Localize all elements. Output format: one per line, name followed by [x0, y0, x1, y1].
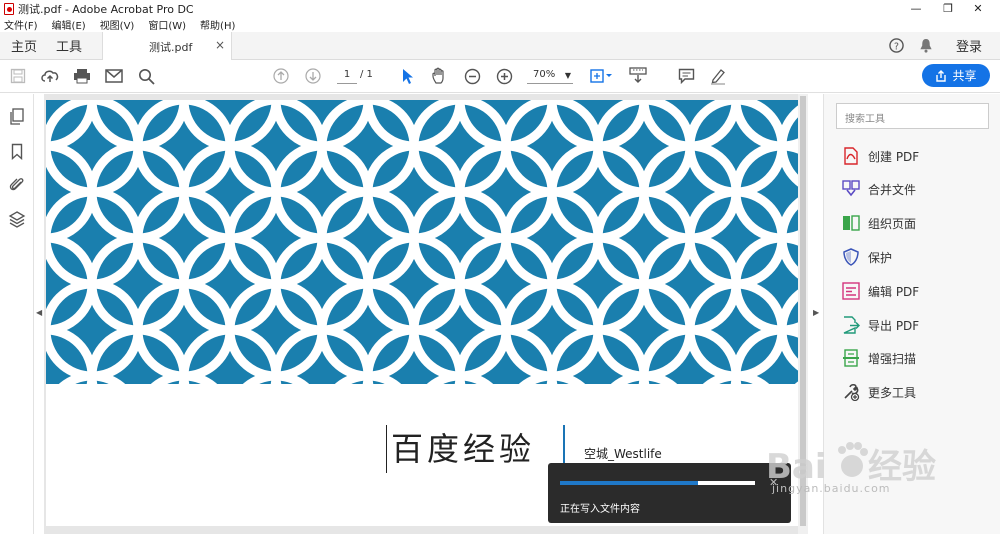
svg-text:?: ?	[894, 41, 899, 52]
progress-status-text: 正在写入文件内容	[560, 504, 640, 515]
tool-label: 组织页面	[868, 216, 917, 231]
shield-icon	[842, 248, 860, 266]
tool-enhance-scan[interactable]: 增强扫描	[842, 348, 916, 368]
progress-bar-fill	[560, 481, 699, 485]
title-bar: 测试.pdf - Adobe Acrobat Pro DC — ❐ ✕	[0, 0, 1000, 17]
previous-page-icon[interactable]	[271, 66, 291, 86]
save-progress-toast: ✕ 正在写入文件内容	[548, 463, 791, 523]
minimize-button[interactable]: —	[901, 0, 931, 17]
tool-label: 编辑 PDF	[868, 284, 920, 299]
tool-more-tools[interactable]: 更多工具	[842, 382, 916, 402]
zoom-level-select[interactable]: 70% ▼	[527, 68, 573, 84]
tool-label: 增强扫描	[868, 351, 917, 366]
progress-bar	[560, 481, 755, 485]
notification-bell-icon[interactable]	[919, 38, 933, 56]
edit-pdf-icon	[842, 282, 860, 300]
more-tools-icon	[842, 383, 860, 401]
upload-cloud-icon[interactable]	[40, 66, 60, 86]
main-toolbar: 1 / 1 70% ▼ 共享	[0, 60, 1000, 93]
share-button[interactable]: 共享	[922, 64, 990, 87]
left-pane-toggle[interactable]: ◀	[34, 94, 44, 534]
zoom-in-icon[interactable]	[494, 66, 514, 86]
tool-label: 保护	[868, 250, 893, 265]
acrobat-file-icon	[4, 2, 14, 15]
login-link[interactable]: 登录	[956, 36, 982, 55]
attachment-icon[interactable]	[8, 176, 26, 194]
search-icon[interactable]	[136, 66, 156, 86]
next-page-icon[interactable]	[303, 66, 323, 86]
select-cursor-icon[interactable]	[398, 66, 418, 86]
page-number-input[interactable]: 1	[337, 68, 357, 84]
baidu-jingyan-watermark: Bai 经验	[766, 442, 936, 487]
tool-label: 导出 PDF	[868, 318, 920, 333]
scan-icon	[842, 349, 860, 367]
tool-search-input[interactable]: 搜索工具	[836, 103, 989, 129]
menu-window[interactable]: 窗口(W)	[148, 17, 186, 32]
menu-bar: 文件(F) 编辑(E) 视图(V) 窗口(W) 帮助(H)	[0, 17, 1000, 32]
document-title: 百度经验	[386, 425, 535, 473]
print-icon[interactable]	[72, 66, 92, 86]
document-author: 空城_Westlife	[584, 447, 662, 461]
watermark-url: jingyan.baidu.com	[772, 482, 891, 495]
tool-organize-pages[interactable]: 组织页面	[842, 213, 916, 233]
tab-home[interactable]: 主页	[11, 36, 37, 55]
email-icon[interactable]	[104, 66, 124, 86]
tool-combine-files[interactable]: 合并文件	[842, 179, 916, 199]
circle-pattern-banner	[46, 100, 798, 384]
comment-icon[interactable]	[676, 66, 696, 86]
menu-file[interactable]: 文件(F)	[4, 17, 38, 32]
create-pdf-icon	[842, 147, 860, 165]
close-window-button[interactable]: ✕	[963, 0, 993, 17]
fit-page-icon[interactable]	[588, 66, 614, 86]
tool-edit-pdf[interactable]: 编辑 PDF	[842, 281, 919, 301]
tool-protect[interactable]: 保护	[842, 247, 892, 267]
help-icon[interactable]: ?	[889, 38, 904, 56]
zoom-out-icon[interactable]	[462, 66, 482, 86]
tool-label: 合并文件	[868, 182, 917, 197]
window-title: 测试.pdf - Adobe Acrobat Pro DC	[18, 2, 194, 16]
document-tab-label: 测试.pdf	[149, 41, 193, 54]
svg-text:Bai: Bai	[766, 447, 827, 487]
tool-export-pdf[interactable]: 导出 PDF	[842, 315, 919, 335]
layers-icon[interactable]	[8, 210, 26, 228]
tool-label: 创建 PDF	[868, 149, 920, 164]
bookmark-icon[interactable]	[8, 142, 26, 160]
close-tab-button[interactable]: ×	[215, 38, 225, 52]
tab-tools[interactable]: 工具	[56, 36, 82, 55]
save-icon[interactable]	[8, 66, 28, 86]
tab-bar: 主页 工具 测试.pdf × ? 登录	[0, 32, 1000, 60]
left-navigation-pane	[0, 94, 34, 534]
tool-label: 更多工具	[868, 385, 917, 400]
chevron-left-icon: ◀	[36, 308, 43, 317]
svg-text:经验: 经验	[868, 447, 936, 487]
page-total: / 1	[360, 69, 373, 80]
hand-tool-icon[interactable]	[430, 66, 450, 86]
menu-edit[interactable]: 编辑(E)	[52, 17, 86, 32]
zoom-level-value: 70%	[533, 69, 556, 80]
tool-create-pdf[interactable]: 创建 PDF	[842, 146, 919, 166]
page-thumbnails-icon[interactable]	[8, 108, 26, 126]
highlight-pen-icon[interactable]	[708, 66, 728, 86]
menu-help[interactable]: 帮助(H)	[200, 17, 235, 32]
share-icon	[936, 69, 947, 82]
chevron-right-icon: ▶	[813, 308, 820, 317]
export-pdf-icon	[842, 316, 860, 334]
tab-document[interactable]: 测试.pdf ×	[102, 32, 232, 60]
scroll-mode-icon[interactable]	[627, 66, 649, 86]
share-label: 共享	[952, 69, 977, 83]
chevron-down-icon: ▼	[564, 71, 571, 80]
restore-button[interactable]: ❐	[933, 0, 963, 17]
menu-view[interactable]: 视图(V)	[100, 17, 135, 32]
combine-files-icon	[842, 180, 860, 198]
organize-pages-icon	[842, 214, 860, 232]
